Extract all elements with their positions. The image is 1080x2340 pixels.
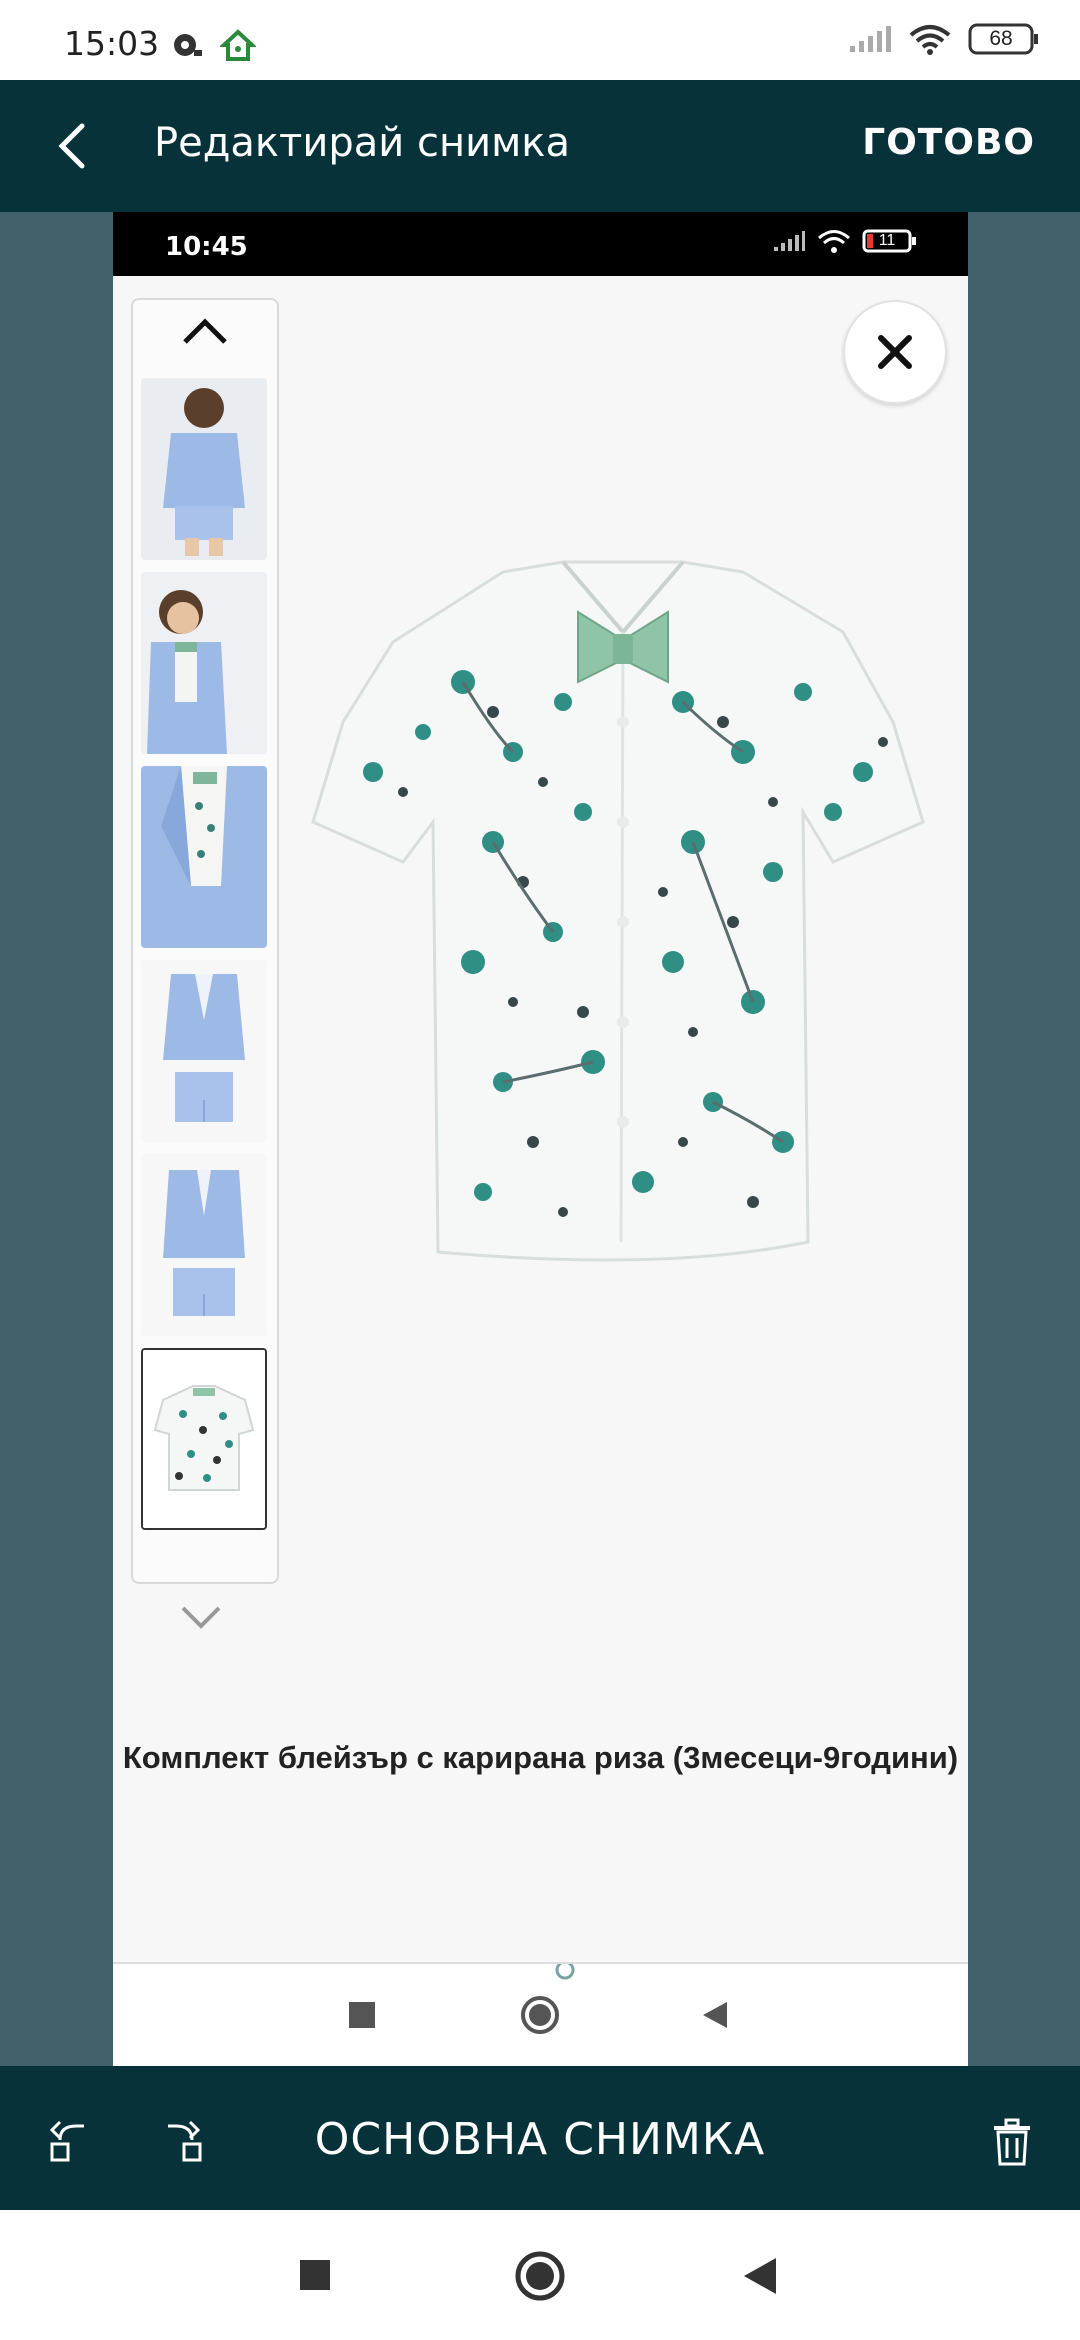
app-bar: Редактирай снимка ГОТОВО: [0, 80, 1080, 212]
photo-battery-level: 11: [878, 232, 896, 249]
battery-level: 68: [989, 27, 1013, 50]
notification-icon: [170, 30, 204, 60]
photo-nav-bar: [113, 1962, 968, 2066]
trash-icon: [994, 2118, 1030, 2166]
chevron-up-icon: [183, 318, 227, 344]
recents-icon: [300, 2260, 330, 2290]
battery-icon: 68: [968, 22, 1040, 56]
chevron-left-icon: [58, 123, 85, 169]
photo-back-icon: [703, 2002, 727, 2028]
page-title: Редактирай снимка: [154, 120, 570, 166]
thumbnail-floral-shirt[interactable]: [141, 1348, 267, 1530]
photo-recents-icon: [349, 2002, 375, 2028]
edited-photo[interactable]: 10:45 11 Комплект блейзър с карирана риз…: [113, 212, 968, 2066]
back-button[interactable]: [50, 122, 98, 170]
system-nav-bar: [0, 2210, 1080, 2340]
bottom-toolbar: ОСНОВНА СНИМКА: [0, 2066, 1080, 2210]
wifi-icon: [908, 23, 952, 55]
photo-signal-icon: [774, 231, 805, 251]
home-nav-icon: [515, 2251, 565, 2301]
thumbnail-suit-flat-2[interactable]: [141, 1154, 267, 1336]
status-bar: 15:03 68: [0, 0, 1080, 80]
product-title: Комплект блейзър с карирана риза (3месец…: [122, 1740, 959, 1775]
home-icon: [220, 28, 256, 62]
home-button[interactable]: [514, 2250, 566, 2302]
status-icons: 68: [848, 22, 1040, 56]
thumbnail-boy-back-suit[interactable]: [141, 378, 267, 560]
status-time: 15:03: [64, 24, 160, 63]
delete-button[interactable]: [990, 2118, 1034, 2168]
close-button[interactable]: [843, 300, 947, 404]
chevron-down-icon: [181, 1606, 221, 1629]
editor-canvas[interactable]: 10:45 11 Комплект блейзър с карирана риз…: [0, 212, 1080, 2066]
done-button[interactable]: ГОТОВО: [862, 122, 1035, 163]
thumbnail-boy-front-suit[interactable]: [141, 572, 267, 754]
back-nav-button[interactable]: [742, 2256, 778, 2296]
photo-battery-icon: 11: [862, 228, 918, 254]
thumbnail-blazer-detail[interactable]: [141, 766, 267, 948]
photo-status-time: 10:45: [165, 232, 248, 262]
thumbnail-suit-flat[interactable]: [141, 960, 267, 1142]
main-photo-button[interactable]: ОСНОВНА СНИМКА: [0, 2114, 1080, 2165]
scroll-up-button[interactable]: [177, 308, 233, 356]
photo-status-bar: 10:45 11: [113, 212, 968, 276]
recents-button[interactable]: [298, 2258, 332, 2292]
thumbnail-strip: [131, 298, 279, 1584]
product-image-floral-shirt: [263, 542, 968, 1302]
back-triangle-icon: [744, 2258, 776, 2294]
photo-wifi-icon: [818, 230, 850, 253]
scroll-down-button[interactable]: [173, 1598, 229, 1638]
photo-handle-icon: [555, 1964, 575, 1980]
photo-status-icons: 11: [772, 228, 918, 254]
close-icon: [878, 335, 912, 369]
signal-icon: [848, 24, 892, 54]
